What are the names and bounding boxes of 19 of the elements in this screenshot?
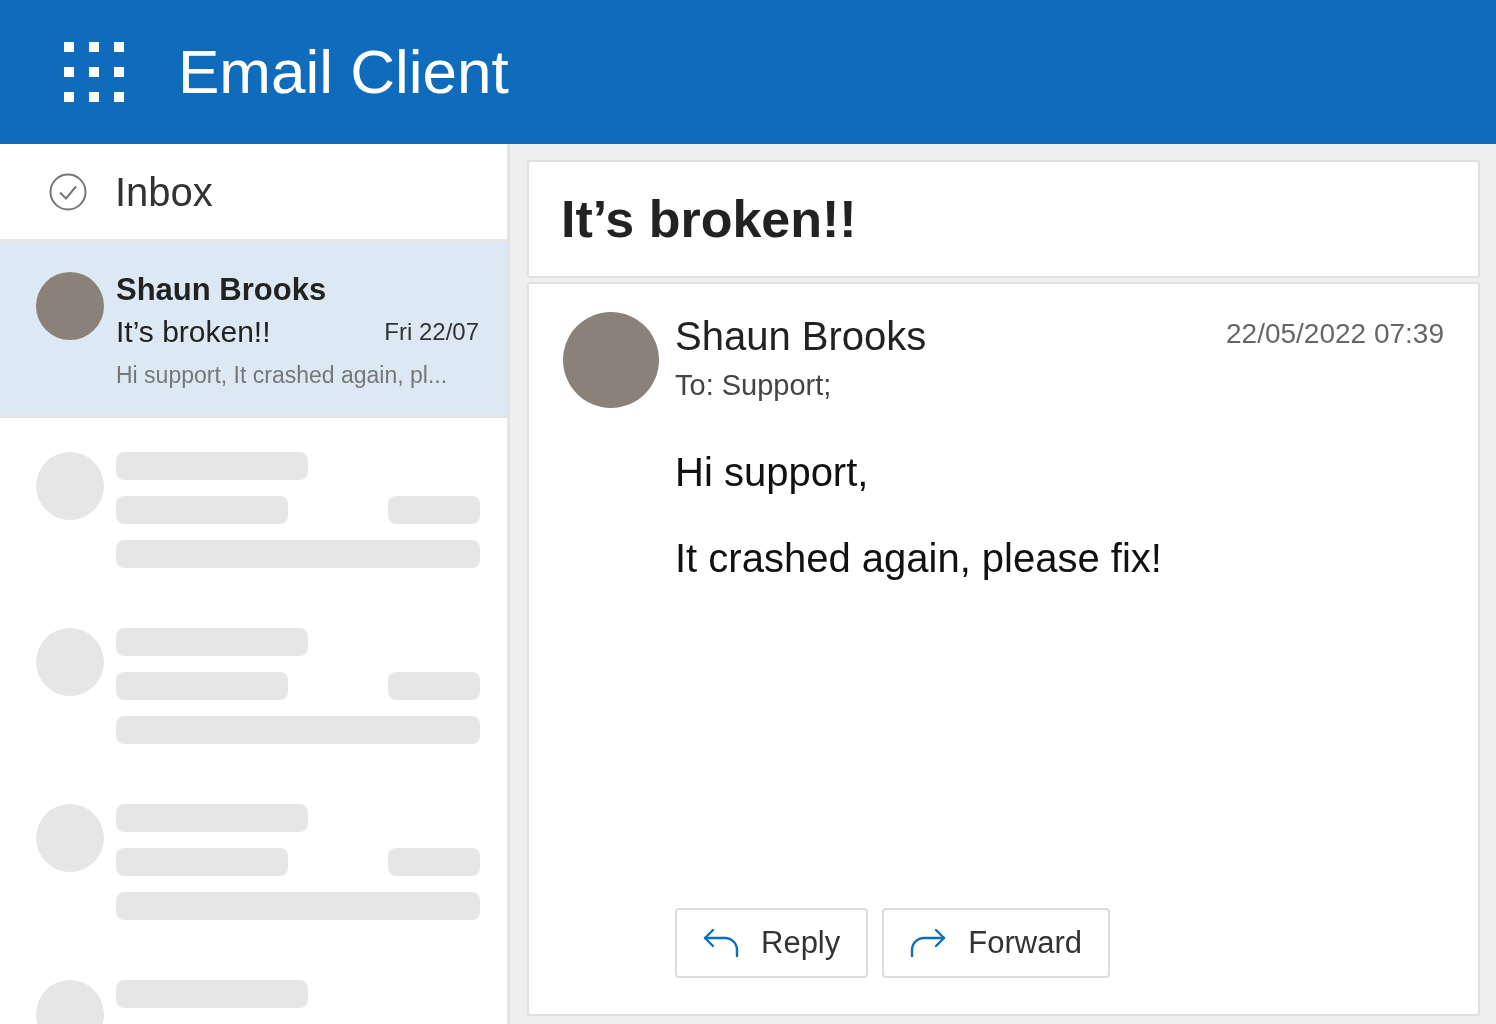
folder-title: Inbox	[115, 168, 213, 216]
message-item[interactable]: Shaun Brooks It’s broken!! Fri 22/07 Hi support, It crashed again, pl...	[0, 242, 507, 418]
app-title: Email Client	[178, 41, 509, 103]
sender-name: Shaun Brooks	[116, 272, 328, 308]
forward-button[interactable]: Forward	[882, 908, 1110, 978]
timestamp: 22/05/2022 07:39	[1226, 317, 1444, 351]
recipients: To: Support;	[675, 368, 833, 403]
email-subject: It’s broken!!	[561, 189, 857, 250]
email-preview: Hi support, It crashed again, pl...	[116, 361, 449, 390]
sender-name: Shaun Brooks	[675, 313, 927, 360]
check-circle-icon[interactable]	[49, 172, 87, 211]
app-grid-icon[interactable]	[64, 42, 124, 102]
reply-button[interactable]: Reply	[675, 908, 869, 978]
email-date: Fri 22/07	[384, 317, 479, 347]
forward-arrow-icon	[910, 928, 947, 958]
body-paragraph: It crashed again, please fix!	[675, 534, 1163, 582]
reply-arrow-icon	[703, 928, 739, 958]
email-subject: It’s broken!!	[116, 314, 271, 350]
body-paragraph: Hi support,	[675, 448, 870, 496]
